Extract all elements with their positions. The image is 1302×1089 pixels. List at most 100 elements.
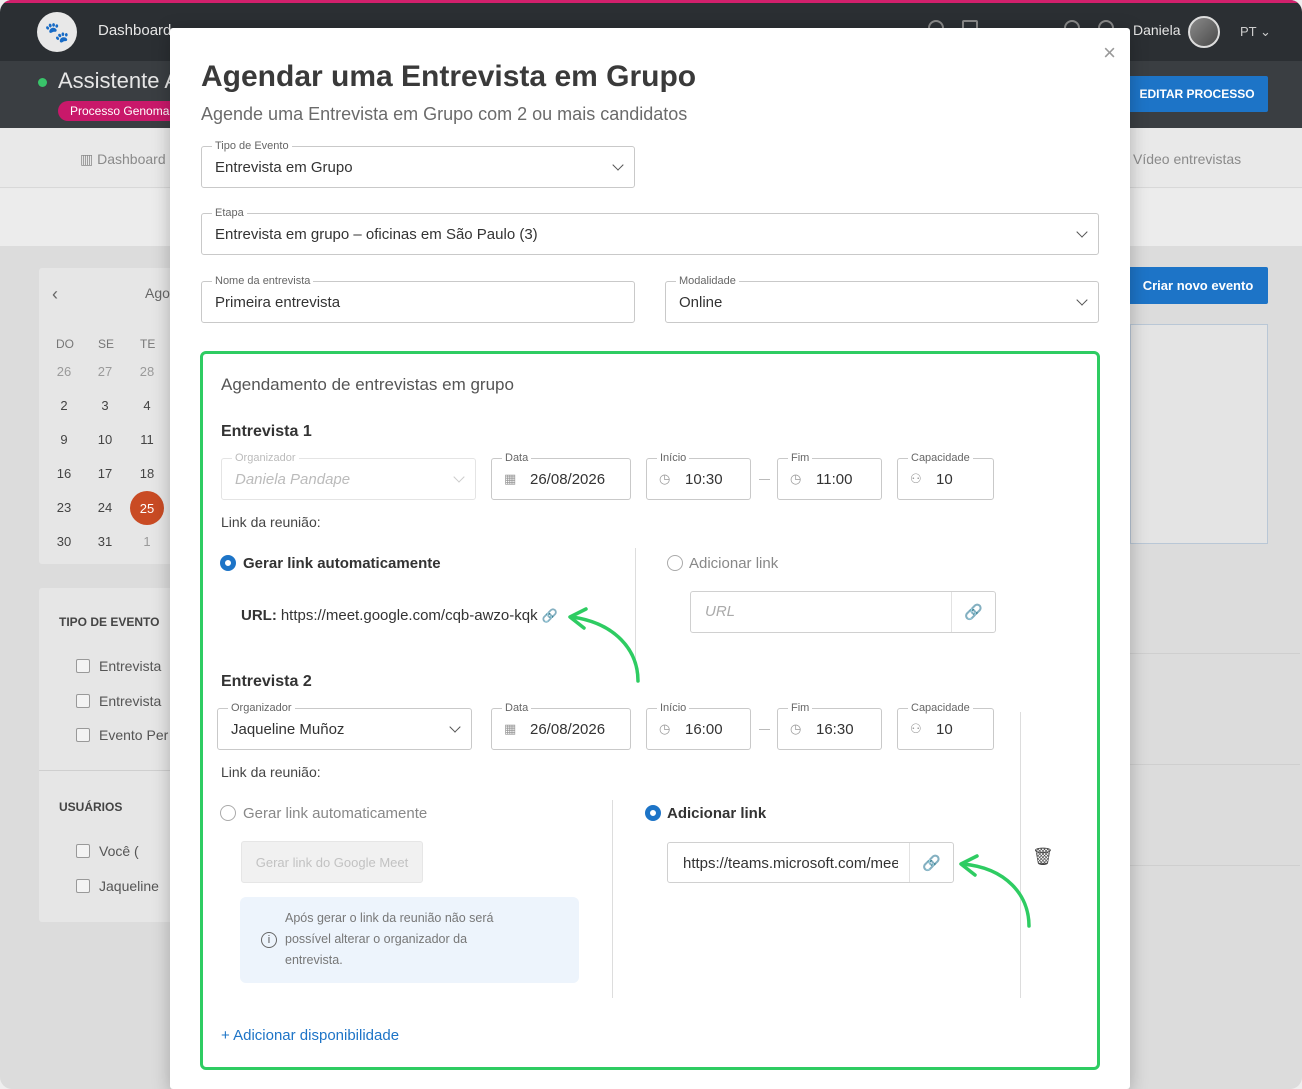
create-event-button[interactable]: Criar novo evento — [1128, 267, 1268, 304]
end-time-input[interactable]: Fim ◷ 16:30 — [777, 701, 882, 750]
filter-event-type-title: TIPO DE EVENTO — [59, 615, 160, 629]
add-link-radio[interactable] — [645, 805, 661, 821]
avatar[interactable] — [1188, 16, 1220, 48]
start-time-input[interactable]: Início ◷ 10:30 — [646, 451, 751, 500]
field-value: Daniela Pandape — [235, 471, 351, 488]
nav-dashboard[interactable]: Dashboard — [98, 22, 171, 39]
auto-link-radio[interactable] — [220, 805, 236, 821]
chevron-down-icon — [612, 159, 624, 171]
calendar-day[interactable]: 18 — [132, 466, 162, 481]
filter-checkbox[interactable]: Evento Per — [76, 727, 168, 743]
field-label: Capacidade — [908, 451, 973, 465]
date-input[interactable]: Data ▦ 26/08/2026 — [491, 451, 631, 500]
link-icon[interactable]: 🔗 — [909, 843, 953, 882]
interview-name-input[interactable]: Nome da entrevista Primeira entrevista — [201, 274, 635, 323]
start-time-input[interactable]: Início ◷ 16:00 — [646, 701, 751, 750]
calendar-day[interactable]: 26 — [49, 364, 79, 379]
generate-google-meet-button: Gerar link do Google Meet — [241, 841, 423, 883]
clock-icon: ◷ — [659, 471, 671, 486]
chevron-down-icon — [453, 471, 465, 483]
date-input[interactable]: Data ▦ 26/08/2026 — [491, 701, 631, 750]
capacity-input[interactable]: Capacidade ⚇ 10 — [897, 451, 994, 500]
tab-dashboard[interactable]: ▥ Dashboard — [80, 151, 166, 168]
calendar-day[interactable]: 9 — [49, 432, 79, 447]
link-icon[interactable]: 🔗 — [542, 608, 558, 624]
auto-link-label[interactable]: Gerar link automaticamente — [243, 805, 427, 822]
field-label: Organizador — [232, 451, 299, 465]
checkbox-icon[interactable] — [76, 844, 90, 858]
field-value: 10 — [936, 721, 953, 738]
calendar-day[interactable]: 1 — [132, 534, 162, 549]
filter-checkbox[interactable]: Entrevista — [76, 693, 161, 709]
checkbox-icon[interactable] — [76, 879, 90, 893]
calendar-day[interactable]: 11 — [132, 432, 162, 447]
process-badge: Processo Genoma — [58, 101, 182, 121]
calendar-day[interactable]: 3 — [90, 398, 120, 413]
filter-checkbox[interactable]: Entrevista — [76, 658, 161, 674]
add-link-label[interactable]: Adicionar link — [689, 555, 778, 572]
field-label: Início — [657, 451, 690, 465]
divider — [1130, 865, 1300, 866]
calendar-day[interactable]: 23 — [49, 500, 79, 515]
edit-process-button[interactable]: EDITAR PROCESSO — [1126, 76, 1268, 112]
url-input[interactable]: URL 🔗 — [690, 591, 996, 633]
language-selector[interactable]: PT ⌄ — [1240, 24, 1271, 40]
field-value: 26/08/2026 — [530, 721, 606, 738]
modal-title: Agendar uma Entrevista em Grupo — [201, 60, 697, 93]
checkbox-icon[interactable] — [76, 659, 90, 673]
page-title: Assistente A — [58, 68, 180, 93]
divider — [1130, 653, 1300, 654]
tab-video-interviews[interactable]: Vídeo entrevistas — [1133, 151, 1241, 167]
chevron-down-icon — [1076, 294, 1088, 306]
add-availability-link[interactable]: + Adicionar disponibilidade — [221, 1027, 399, 1044]
field-label: Data — [502, 451, 532, 465]
organizer-select[interactable]: Organizador Jaqueline Muñoz — [217, 701, 472, 750]
filter-user-checkbox[interactable]: Jaqueline — [76, 878, 159, 894]
modality-select[interactable]: Modalidade Online — [665, 274, 1099, 323]
field-value: 16:30 — [816, 721, 854, 738]
field-value: 26/08/2026 — [530, 471, 606, 488]
paw-logo-icon[interactable]: 🐾 — [37, 12, 77, 52]
add-link-radio[interactable] — [667, 555, 683, 571]
filter-user-checkbox[interactable]: Você ( — [76, 843, 139, 859]
calendar-day[interactable]: 24 — [90, 500, 120, 515]
stage-select[interactable]: Etapa Entrevista em grupo – oficinas em … — [201, 206, 1099, 255]
calendar-day[interactable]: 2 — [49, 398, 79, 413]
calendar-day[interactable]: 30 — [49, 534, 79, 549]
capacity-input[interactable]: Capacidade ⚇ 10 — [897, 701, 994, 750]
event-type-select[interactable]: Tipo de Evento Entrevista em Grupo — [201, 139, 635, 188]
calendar-day[interactable]: 31 — [90, 534, 120, 549]
calendar-today[interactable]: 25 — [130, 491, 164, 525]
end-time-input[interactable]: Fim ◷ 11:00 — [777, 451, 882, 500]
divider — [39, 770, 179, 771]
calendar-day[interactable]: 17 — [90, 466, 120, 481]
url-placeholder: URL — [705, 603, 736, 620]
url-input[interactable]: https://teams.microsoft.com/meet 🔗 — [667, 842, 954, 883]
link-icon[interactable]: 🔗 — [951, 592, 995, 632]
calendar-day[interactable]: 27 — [90, 364, 120, 379]
close-icon[interactable]: × — [1103, 42, 1116, 64]
field-value: Entrevista em Grupo — [215, 159, 353, 176]
time-separator — [759, 729, 770, 730]
weekday-label: TE — [140, 337, 156, 351]
field-label: Tipo de Evento — [212, 139, 292, 153]
status-dot — [38, 78, 47, 87]
calendar-day[interactable]: 16 — [49, 466, 79, 481]
chevron-left-icon[interactable]: ‹ — [52, 284, 58, 305]
field-value: 11:00 — [816, 471, 853, 488]
calendar-day[interactable]: 4 — [132, 398, 162, 413]
weekday-label: DO — [56, 337, 74, 351]
field-value: Primeira entrevista — [215, 294, 341, 311]
auto-link-label[interactable]: Gerar link automaticamente — [243, 555, 441, 572]
filter-users-title: USUÁRIOS — [59, 800, 123, 814]
calendar-day[interactable]: 10 — [90, 432, 120, 447]
checkbox-icon[interactable] — [76, 728, 90, 742]
meeting-link-label: Link da reunião: — [221, 764, 321, 780]
chart-icon: ▥ — [80, 151, 98, 167]
auto-link-radio[interactable] — [220, 555, 236, 571]
chevron-down-icon — [449, 721, 461, 733]
user-name[interactable]: Daniela — [1133, 22, 1180, 38]
calendar-day[interactable]: 28 — [132, 364, 162, 379]
add-link-label[interactable]: Adicionar link — [667, 805, 766, 822]
checkbox-icon[interactable] — [76, 694, 90, 708]
